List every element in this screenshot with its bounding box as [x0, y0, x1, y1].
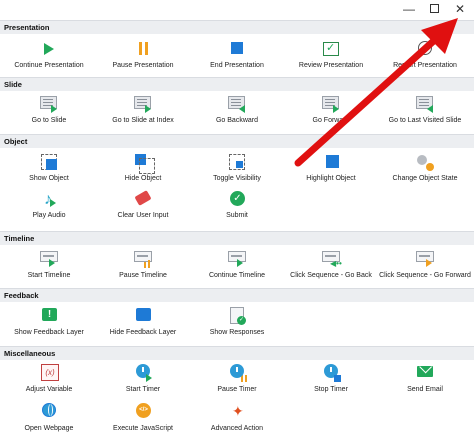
show-responses-icon: ✓	[224, 307, 250, 327]
action-end-presentation[interactable]: End Presentation	[190, 40, 284, 70]
advanced-action-icon: ✦	[232, 403, 244, 419]
change-state-icon	[412, 153, 438, 173]
action-review-presentation[interactable]: Review Presentation	[284, 40, 378, 70]
section-header: Presentation	[0, 20, 474, 34]
action-pause-presentation[interactable]: Pause Presentation	[96, 40, 190, 70]
section-header: Feedback	[0, 288, 474, 302]
stop-icon	[224, 40, 250, 60]
toggle-visibility-icon	[224, 153, 250, 173]
action-go-to-slide[interactable]: Go to Slide	[2, 95, 96, 125]
last-visited-icon	[412, 95, 438, 115]
action-hide-object[interactable]: Hide Object	[96, 153, 190, 183]
pause-timer-icon	[224, 364, 250, 384]
go-to-slide-icon	[36, 95, 62, 115]
javascript-icon: </>	[130, 403, 156, 423]
globe-icon	[36, 403, 62, 423]
eraser-icon	[130, 190, 156, 210]
action-execute-javascript[interactable]: </> Execute JavaScript	[96, 403, 190, 433]
submit-icon: ✓	[224, 190, 250, 210]
action-pause-timeline[interactable]: Pause Timeline	[96, 250, 190, 280]
start-timeline-icon	[36, 250, 62, 270]
action-restart-presentation[interactable]: Restart Presentation	[378, 40, 472, 70]
action-toggle-visibility[interactable]: Toggle Visibility	[190, 153, 284, 183]
action-highlight-object[interactable]: Highlight Object	[284, 153, 378, 183]
show-object-icon	[36, 153, 62, 173]
section-header: Object	[0, 134, 474, 148]
play-icon	[36, 40, 62, 60]
action-advanced-action[interactable]: ✦ Advanced Action	[190, 403, 284, 433]
action-pause-timer[interactable]: Pause Timer	[190, 364, 284, 394]
action-stop-timer[interactable]: Stop Timer	[284, 364, 378, 394]
action-hide-feedback-layer[interactable]: Hide Feedback Layer	[96, 307, 190, 337]
action-click-sequence-back[interactable]: ◀•• Click Sequence - Go Back	[284, 250, 378, 280]
pause-icon	[130, 40, 156, 60]
window-titlebar: — ✕	[0, 0, 474, 18]
restart-icon	[412, 40, 438, 60]
go-to-slide-index-icon	[130, 95, 156, 115]
action-start-timer[interactable]: Start Timer	[96, 364, 190, 394]
action-send-email[interactable]: Send Email	[378, 364, 472, 394]
continue-timeline-icon	[224, 250, 250, 270]
action-clear-user-input[interactable]: Clear User Input	[96, 190, 190, 220]
action-go-backward[interactable]: Go Backward	[190, 95, 284, 125]
action-submit[interactable]: ✓ Submit	[190, 190, 284, 220]
action-go-forward[interactable]: Go Forward	[284, 95, 378, 125]
action-go-to-slide-at-index[interactable]: Go to Slide at Index	[96, 95, 190, 125]
close-button[interactable]: ✕	[448, 0, 472, 18]
section-header: Timeline	[0, 231, 474, 245]
action-go-to-last-visited-slide[interactable]: Go to Last Visited Slide	[378, 95, 472, 125]
review-icon	[318, 40, 344, 60]
hide-feedback-icon	[130, 307, 156, 327]
stop-timer-icon	[318, 364, 344, 384]
maximize-icon	[429, 4, 439, 14]
action-start-timeline[interactable]: Start Timeline	[2, 250, 96, 280]
action-play-audio[interactable]: ♪ Play Audio	[2, 190, 96, 220]
start-timer-icon	[130, 364, 156, 384]
maximize-button[interactable]	[422, 0, 446, 18]
minimize-button[interactable]: —	[397, 0, 421, 18]
action-adjust-variable[interactable]: (x) Adjust Variable	[2, 364, 96, 394]
action-change-object-state[interactable]: Change Object State	[378, 153, 472, 183]
action-click-sequence-forward[interactable]: Click Sequence - Go Forward	[378, 250, 472, 280]
show-feedback-icon: !	[36, 307, 62, 327]
sequence-back-icon: ◀••	[318, 250, 344, 270]
hide-object-icon	[130, 153, 156, 174]
action-show-responses[interactable]: ✓ Show Responses	[190, 307, 284, 337]
audio-icon: ♪	[36, 190, 62, 210]
action-continue-timeline[interactable]: Continue Timeline	[190, 250, 284, 280]
action-show-object[interactable]: Show Object	[2, 153, 96, 183]
action-show-feedback-layer[interactable]: ! Show Feedback Layer	[2, 307, 96, 337]
email-icon	[412, 364, 438, 384]
pause-timeline-icon	[130, 250, 156, 270]
go-backward-icon	[224, 95, 250, 115]
section-header: Miscellaneous	[0, 346, 474, 360]
go-forward-icon	[318, 95, 344, 115]
section-header: Slide	[0, 77, 474, 91]
sequence-forward-icon	[412, 250, 438, 270]
action-continue-presentation[interactable]: Continue Presentation	[2, 40, 96, 70]
highlight-object-icon	[318, 153, 344, 173]
action-open-webpage[interactable]: Open Webpage	[2, 403, 96, 433]
variable-icon: (x)	[36, 364, 62, 384]
